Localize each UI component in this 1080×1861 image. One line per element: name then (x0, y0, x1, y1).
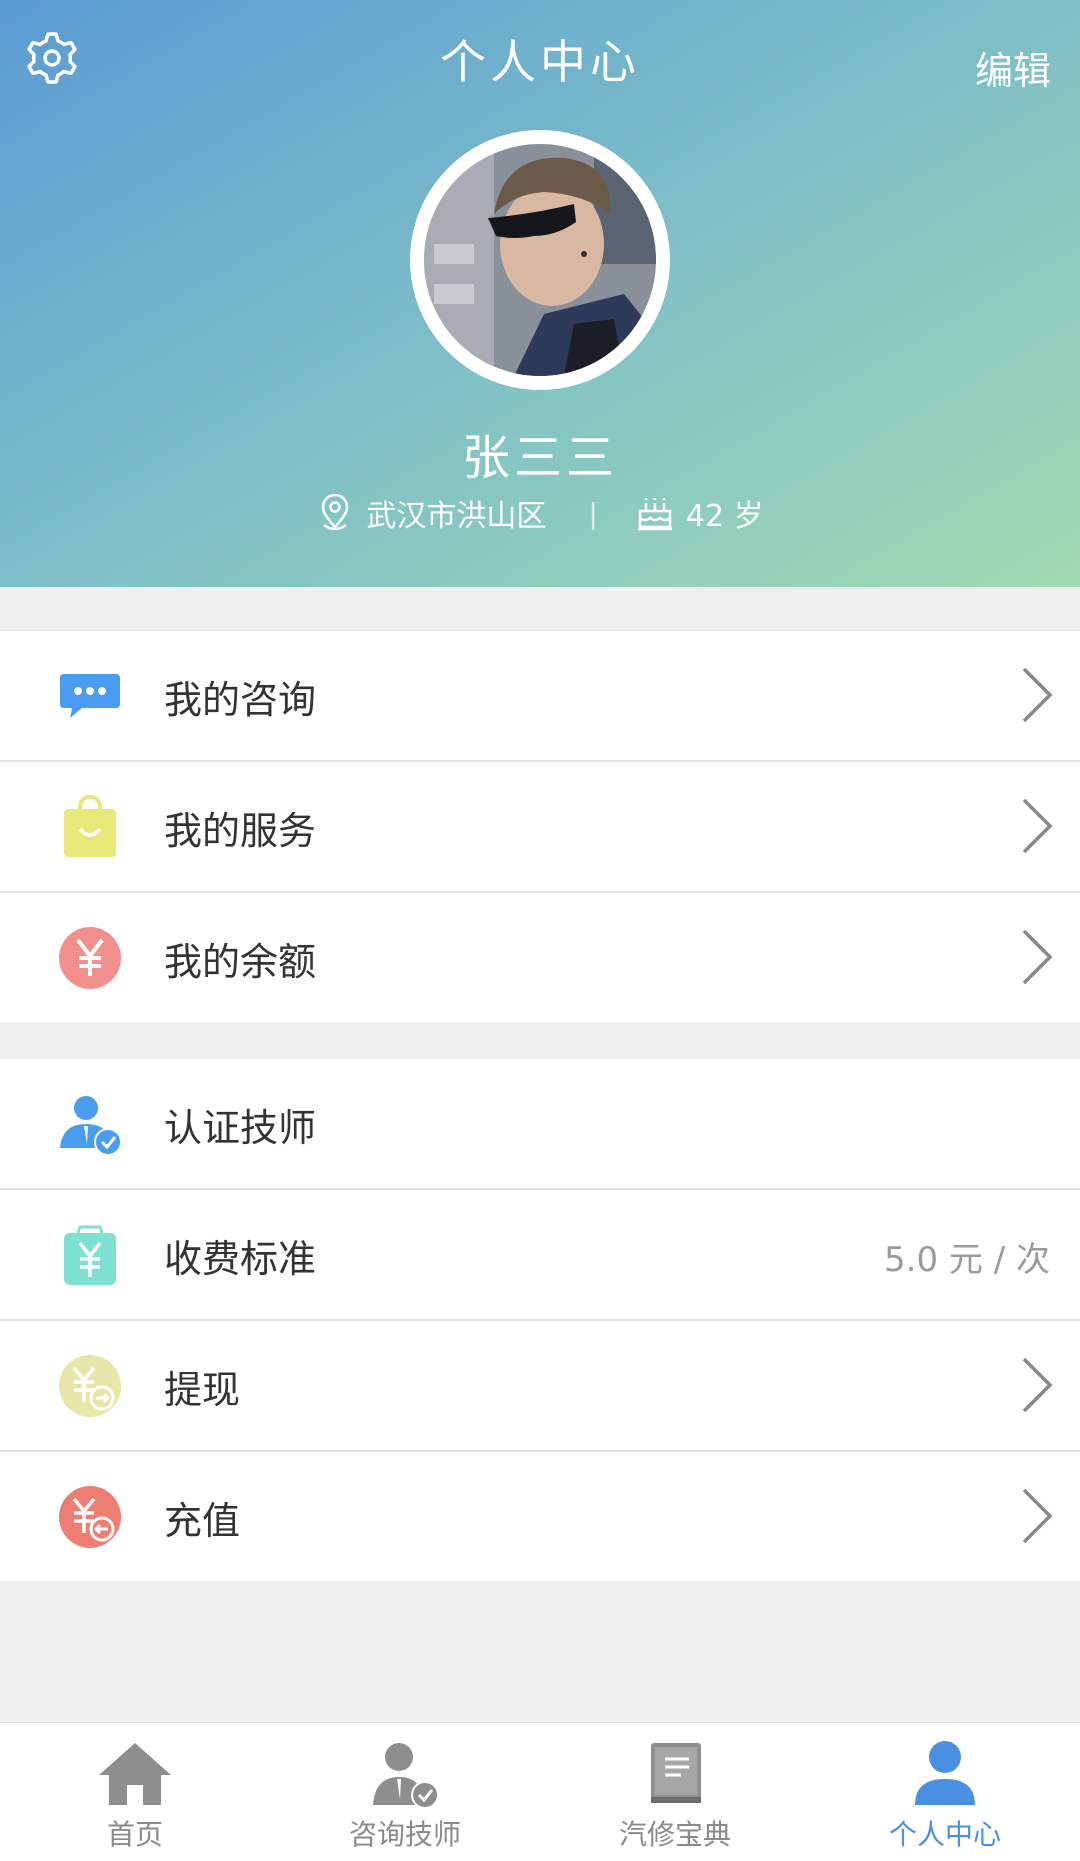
menu-item-certified-technician[interactable]: 认证技师 (0, 1059, 1080, 1190)
yen-bag-icon (64, 1225, 116, 1285)
meta-separator: | (588, 496, 598, 530)
tab-personal-center[interactable]: 个人中心 (810, 1723, 1080, 1861)
location-pin-icon (316, 493, 354, 533)
avatar[interactable] (410, 130, 670, 390)
chevron-right-icon (1022, 798, 1053, 854)
fee-value: 5.0 元 / 次 (884, 1240, 1050, 1280)
certified-user-icon (60, 1096, 122, 1156)
tab-label: 咨询技师 (348, 1818, 461, 1851)
menu-item-withdraw[interactable]: 提现 (0, 1321, 1080, 1452)
menu-label: 充值 (164, 1499, 241, 1543)
bottom-tab-bar: 首页 咨询技师 汽修宝典 个人中心 (0, 1722, 1080, 1861)
chevron-right-icon (1022, 929, 1053, 985)
recharge-icon (59, 1486, 121, 1548)
chevron-right-icon (1022, 667, 1053, 723)
menu-label: 认证技师 (164, 1106, 317, 1150)
age-text: 42 岁 (685, 499, 764, 534)
menu-item-recharge[interactable]: 充值 (0, 1452, 1080, 1581)
menu-label: 我的服务 (164, 809, 317, 853)
chevron-right-icon (1022, 1488, 1053, 1544)
tab-label: 个人中心 (888, 1818, 1001, 1851)
menu-section-2: 认证技师 收费标准 5.0 元 / 次 提现 充值 (0, 1059, 1080, 1581)
menu-label: 我的余额 (164, 940, 317, 984)
menu-item-my-balance[interactable]: 我的余额 (0, 893, 1080, 1022)
user-name: 张三三 (461, 430, 618, 486)
shopping-bag-icon (64, 795, 116, 857)
profile-header: 个人中心 编辑 张三三 武汉市洪山区 | 42 岁 (0, 0, 1080, 587)
menu-item-my-consultation[interactable]: 我的咨询 (0, 631, 1080, 762)
menu-section-1: 我的咨询 我的服务 我的余额 (0, 631, 1080, 1022)
chat-bubble-icon (60, 674, 120, 718)
page-title: 个人中心 (440, 35, 640, 89)
technician-icon (373, 1743, 439, 1809)
menu-label: 收费标准 (164, 1237, 317, 1281)
home-icon (99, 1743, 171, 1805)
chevron-right-icon (1022, 1357, 1053, 1413)
location-text: 武汉市洪山区 (366, 499, 547, 534)
birthday-cake-icon (636, 493, 674, 533)
tab-home[interactable]: 首页 (0, 1723, 270, 1861)
avatar-photo (424, 144, 656, 376)
profile-meta: 武汉市洪山区 | 42 岁 (0, 490, 1080, 536)
menu-label: 提现 (164, 1368, 241, 1412)
edit-button[interactable]: 编辑 (975, 40, 1051, 95)
menu-item-my-services[interactable]: 我的服务 (0, 762, 1080, 893)
tab-repair-guide[interactable]: 汽修宝典 (540, 1723, 810, 1861)
person-icon (915, 1741, 975, 1805)
menu-label: 我的咨询 (164, 678, 317, 722)
menu-item-fee-standard[interactable]: 收费标准 5.0 元 / 次 (0, 1190, 1080, 1321)
withdraw-icon (59, 1355, 121, 1417)
book-icon (651, 1743, 701, 1803)
tab-label: 首页 (106, 1818, 163, 1851)
yen-circle-icon (59, 927, 121, 989)
tab-label: 汽修宝典 (618, 1818, 731, 1851)
tab-consult-technician[interactable]: 咨询技师 (270, 1723, 540, 1861)
